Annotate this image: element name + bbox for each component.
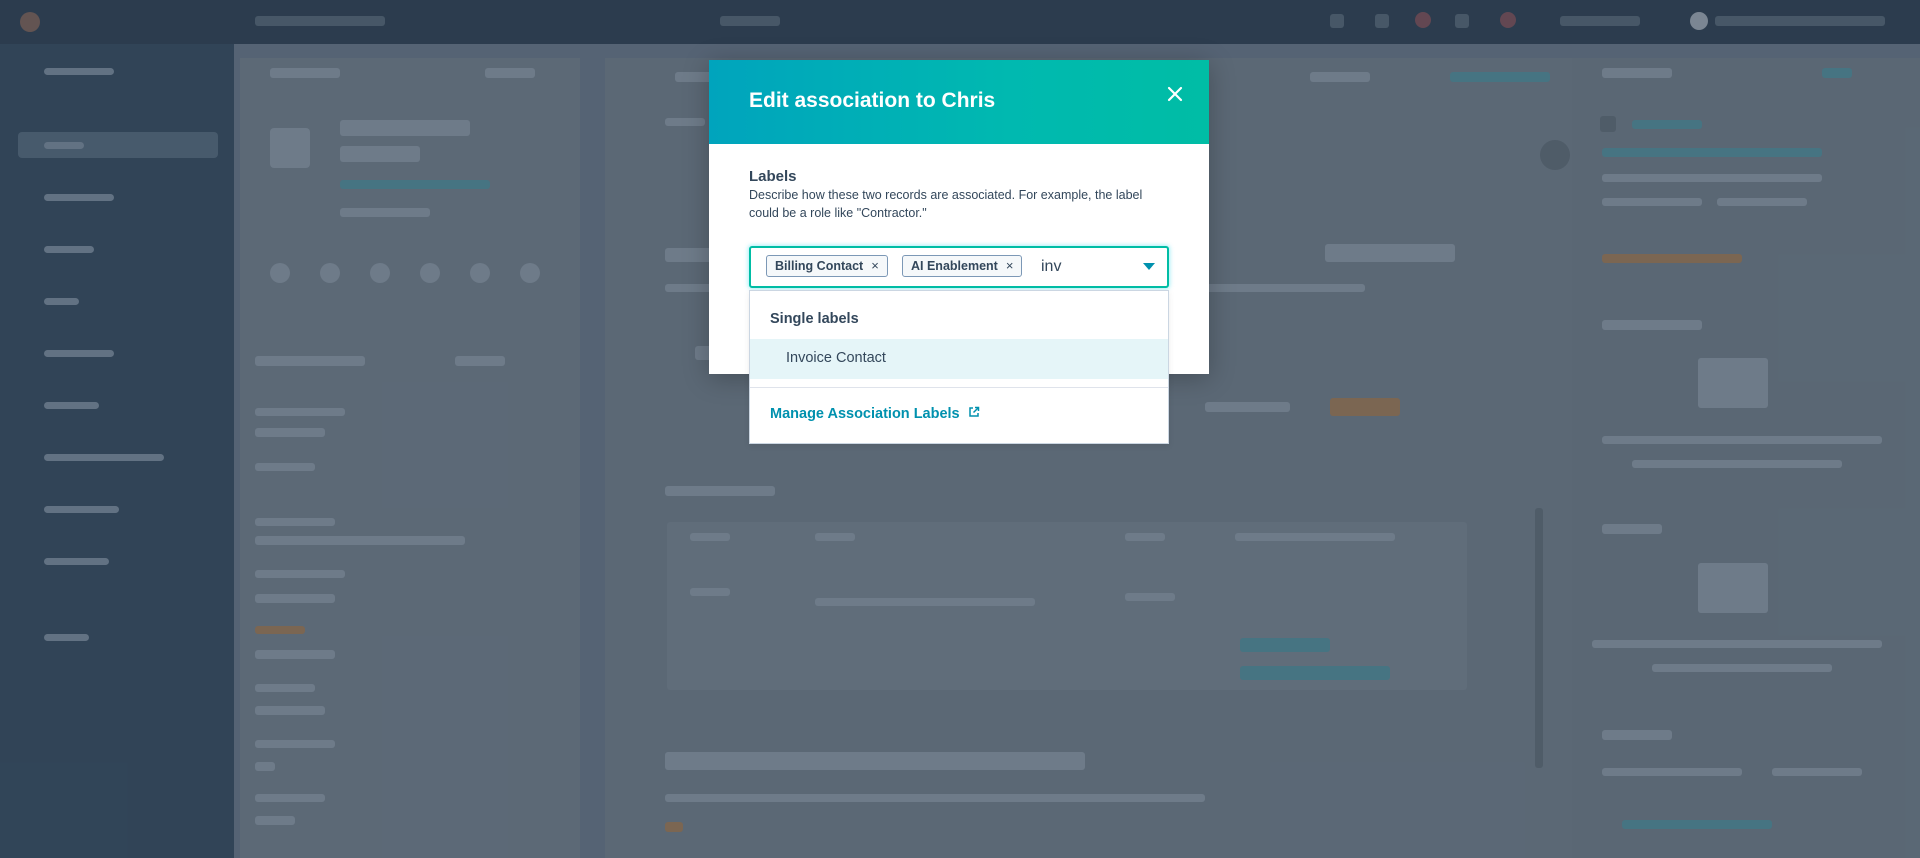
caret-down-icon[interactable] [1143,263,1155,270]
chip-remove-button[interactable]: × [1006,256,1014,276]
external-link-icon [968,406,980,422]
chip-remove-button[interactable]: × [871,256,879,276]
group-title-single-labels: Single labels [770,311,859,327]
label-search-input[interactable] [1041,256,1131,278]
modal-header: Edit association to Chris [709,60,1209,144]
close-icon[interactable] [1163,82,1187,106]
labels-heading: Labels [749,168,797,185]
dropdown-divider [750,387,1168,388]
label-chip: Billing Contact × [766,255,888,277]
label-chip: AI Enablement × [902,255,1023,277]
labels-tag-input[interactable]: Billing Contact × AI Enablement × [749,246,1169,288]
chip-label: Billing Contact [775,259,864,273]
labels-dropdown-menu: Single labels Invoice Contact Manage Ass… [749,290,1169,444]
chip-label: AI Enablement [911,259,998,273]
dropdown-option-invoice-contact[interactable]: Invoice Contact [750,339,1168,379]
labels-description: Describe how these two records are assoc… [749,188,1143,220]
manage-link-label: Manage Association Labels [770,406,960,422]
option-label: Invoice Contact [786,350,886,366]
modal-title: Edit association to Chris [749,89,996,112]
manage-association-labels-link[interactable]: Manage Association Labels [770,406,980,422]
